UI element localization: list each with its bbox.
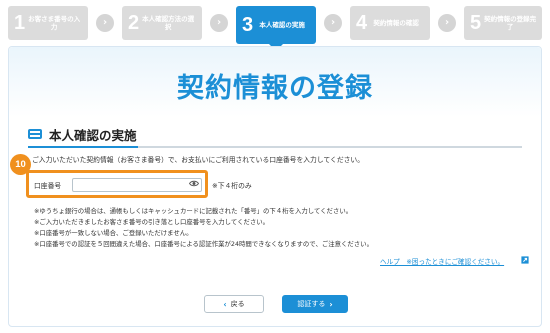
progress-stepper: 1 お客さま番号の入力 › 2 本人確認方法の選択 › 3 本人確認の実施 › … (8, 6, 542, 51)
step-number: 2 (128, 12, 140, 34)
card-icon (28, 129, 42, 139)
section-header: 本人確認の実施 (28, 124, 522, 144)
authenticate-button[interactable]: 認証する › (282, 295, 348, 313)
section-divider (28, 146, 522, 148)
step-1: 1 お客さま番号の入力 (8, 6, 88, 40)
chevron-left-icon: ‹ (223, 299, 227, 309)
account-number-row: 口座番号 (34, 177, 202, 192)
step-label: 本人確認の実施 (259, 20, 305, 29)
chevron-right-icon: › (324, 14, 342, 32)
note-item: ※ご入力いただきましたお客さま番号の引き落とし口座番号を入力してください。 (34, 218, 270, 226)
step-label: お客さま番号の入力 (28, 14, 81, 31)
chevron-right-icon: › (210, 14, 228, 32)
step-label: 契約情報の登録完了 (484, 14, 537, 31)
help-link[interactable]: ヘルプ ※困ったときにご確認ください。 (380, 256, 504, 266)
step-label: 契約情報の確認 (373, 18, 419, 27)
note-item: ※口座番号が一致しない場合、ご登録いただけません。 (34, 229, 193, 237)
step-4: 4 契約情報の確認 (350, 6, 430, 40)
chevron-right-icon: › (438, 14, 456, 32)
step-number: 5 (470, 12, 482, 34)
chevron-right-icon: › (329, 299, 333, 309)
back-button[interactable]: ‹ 戻る (204, 295, 264, 313)
note-item: ※口座番号での認証を５回間違えた場合、口座番号による認証作業が24時間できなくな… (34, 240, 373, 248)
chevron-right-icon: › (96, 14, 114, 32)
eye-icon[interactable] (189, 180, 199, 187)
authenticate-button-label: 認証する (297, 300, 326, 308)
external-link-icon[interactable] (521, 256, 529, 264)
step-number: 4 (356, 12, 368, 34)
account-number-hint: ※下４桁のみ (212, 182, 252, 190)
step-2: 2 本人確認方法の選択 (122, 6, 202, 40)
annotation-badge: 10 (10, 154, 31, 175)
step-5: 5 契約情報の登録完了 (464, 6, 542, 40)
back-button-label: 戻る (230, 300, 245, 308)
step-label: 本人確認方法の選択 (142, 14, 195, 31)
step-3: 3 本人確認の実施 (236, 6, 316, 51)
step-number: 3 (242, 14, 254, 36)
step-number: 1 (14, 12, 26, 34)
note-item: ※ゆうちょ銀行の場合は、通帳もしくはキャッシュカードに記載された「番号」の下４桁… (34, 207, 353, 215)
page-title: 契約情報の登録 (177, 73, 373, 104)
account-number-input[interactable] (72, 177, 202, 192)
section-title: 本人確認の実施 (49, 127, 137, 143)
intro-text: ご入力いただいた契約情報（お客さま番号）で、お支払いにご利用されている口座番号を… (32, 156, 365, 164)
notes-list: ※ゆうちょ銀行の場合は、通帳もしくはキャッシュカードに記載された「番号」の下４桁… (34, 206, 373, 250)
account-number-label: 口座番号 (34, 181, 62, 190)
